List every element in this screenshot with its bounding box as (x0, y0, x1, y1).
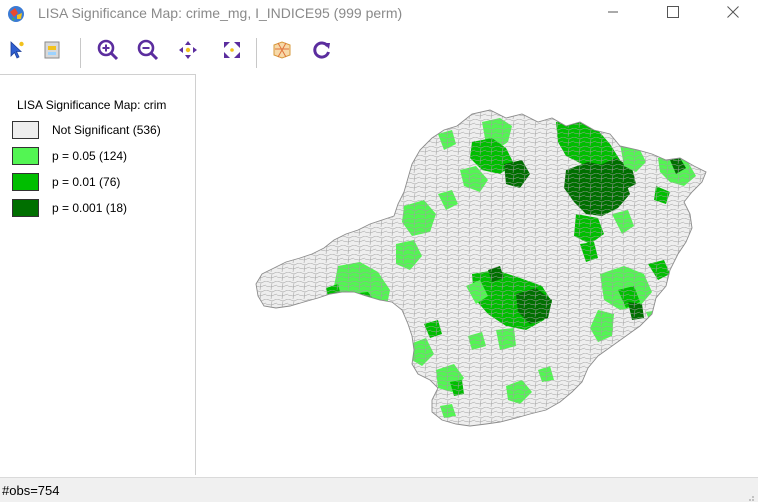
zoom-out-button[interactable] (134, 38, 162, 66)
toolbar-separator (80, 38, 81, 68)
select-tool-button[interactable] (3, 38, 31, 66)
maximize-icon (667, 5, 679, 23)
selection-options-icon (41, 39, 63, 66)
toolbar-separator (256, 38, 257, 68)
zoom-out-icon (136, 38, 160, 67)
legend-item-p005[interactable]: p = 0.05 (124) (12, 146, 127, 166)
pan-icon (177, 39, 199, 66)
map-layer-button[interactable] (268, 38, 296, 66)
refresh-icon (311, 39, 333, 66)
fit-extent-button[interactable] (218, 38, 246, 66)
legend-label: p = 0.001 (18) (52, 201, 128, 215)
minimize-button[interactable] (590, 0, 636, 28)
legend-item-p001[interactable]: p = 0.01 (76) (12, 172, 120, 192)
legend-swatch (12, 147, 39, 165)
legend-title: LISA Significance Map: crim (17, 98, 167, 112)
legend-label: p = 0.01 (76) (52, 175, 121, 189)
lisa-map-window: LISA Significance Map: crime_mg, I_INDIC… (0, 0, 758, 502)
title-bar[interactable]: LISA Significance Map: crime_mg, I_INDIC… (0, 0, 758, 28)
fit-extent-icon (221, 39, 243, 66)
geoda-app-icon (6, 4, 26, 24)
minimize-icon (607, 5, 619, 23)
map-canvas[interactable] (200, 74, 758, 475)
status-bar: #obs=754 (0, 477, 758, 502)
select-pointer-icon (6, 39, 28, 66)
lisa-choropleth-map[interactable] (200, 74, 758, 475)
selection-options-button[interactable] (38, 38, 66, 66)
legend-item-p0001[interactable]: p = 0.001 (18) (12, 198, 127, 218)
legend-label: p = 0.05 (124) (52, 149, 128, 163)
maximize-button[interactable] (650, 0, 696, 28)
legend-label: Not Significant (536) (52, 123, 161, 137)
resize-grip-icon[interactable] (745, 489, 755, 501)
map-toolbar (0, 34, 758, 72)
zoom-in-button[interactable] (94, 38, 122, 66)
close-button[interactable] (710, 0, 756, 28)
map-layer-icon (271, 39, 293, 66)
legend-item-not-significant[interactable]: Not Significant (536) (12, 120, 161, 140)
refresh-button[interactable] (308, 38, 336, 66)
legend-panel[interactable]: LISA Significance Map: crim Not Signific… (0, 74, 196, 475)
pan-button[interactable] (174, 38, 202, 66)
close-icon (727, 5, 739, 23)
legend-swatch (12, 199, 39, 217)
observation-count: #obs=754 (2, 483, 60, 498)
zoom-in-icon (96, 38, 120, 67)
window-title: LISA Significance Map: crime_mg, I_INDIC… (38, 5, 403, 21)
legend-swatch (12, 173, 39, 191)
legend-swatch (12, 121, 39, 139)
